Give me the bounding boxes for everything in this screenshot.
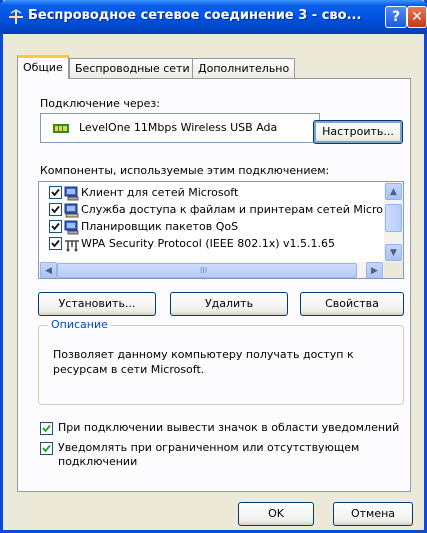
- component-checkbox[interactable]: [49, 220, 62, 233]
- network-client-icon: [64, 186, 79, 201]
- general-tab-panel: Подключение через: LevelOne 11Mbps Wirel…: [17, 78, 411, 492]
- vertical-scroll-thumb[interactable]: [385, 204, 402, 232]
- component-label: Планировщик пакетов QoS: [81, 220, 239, 233]
- component-checkbox[interactable]: [49, 237, 62, 250]
- properties-dialog: Беспроводное сетевое соединение 3 - сво.…: [0, 0, 427, 533]
- adapter-name: LevelOne 11Mbps Wireless USB Ada: [79, 121, 278, 134]
- tab-wireless-networks[interactable]: Беспроводные сети: [69, 58, 196, 78]
- checkmark-icon: [51, 222, 60, 231]
- components-list[interactable]: Клиент для сетей Microsoft Служба доступ…: [38, 181, 404, 279]
- component-label: Служба доступа к файлам и принтерам сете…: [81, 203, 383, 216]
- checkmark-icon: [51, 239, 60, 248]
- network-adapter-icon: [53, 124, 69, 133]
- protocol-icon: [65, 240, 79, 252]
- components-label: Компоненты, используемые этим подключени…: [40, 164, 330, 177]
- component-checkbox[interactable]: [49, 186, 62, 199]
- adapter-field: LevelOne 11Mbps Wireless USB Ada: [40, 113, 320, 143]
- scroll-grip: III: [200, 266, 208, 275]
- checkmark-icon: [42, 444, 51, 453]
- title-bar[interactable]: Беспроводное сетевое соединение 3 - сво.…: [0, 0, 427, 34]
- properties-button[interactable]: Свойства: [300, 292, 404, 316]
- install-button[interactable]: Установить...: [38, 292, 156, 316]
- list-item[interactable]: Служба доступа к файлам и принтерам сете…: [39, 202, 384, 219]
- description-group: Описание Позволяет данному компьютеру по…: [38, 318, 404, 405]
- vertical-scrollbar[interactable]: ▲ ▼: [384, 182, 403, 262]
- description-text: Позволяет данному компьютеру получать до…: [53, 348, 354, 376]
- scroll-up-arrow-icon[interactable]: ▲: [385, 183, 402, 200]
- scroll-down-arrow-icon[interactable]: ▼: [385, 244, 402, 261]
- component-label: WPA Security Protocol (IEEE 802.1x) v1.5…: [81, 237, 335, 250]
- show-icon-checkbox[interactable]: [40, 422, 53, 435]
- component-label: Клиент для сетей Microsoft: [81, 186, 239, 199]
- list-item[interactable]: Клиент для сетей Microsoft: [39, 185, 384, 202]
- checkmark-icon: [51, 188, 60, 197]
- list-item[interactable]: WPA Security Protocol (IEEE 802.1x) v1.5…: [39, 236, 384, 253]
- connect-using-label: Подключение через:: [40, 97, 160, 110]
- window-title: Беспроводное сетевое соединение 3 - сво.…: [28, 8, 362, 23]
- qos-scheduler-icon: [64, 220, 79, 235]
- file-printer-sharing-icon: [64, 203, 79, 218]
- help-button[interactable]: ?: [385, 6, 407, 28]
- scroll-corner: [384, 262, 403, 278]
- tab-advanced[interactable]: Дополнительно: [192, 58, 296, 78]
- ok-button[interactable]: OK: [238, 502, 314, 526]
- tab-general[interactable]: Общие: [17, 55, 69, 79]
- network-connection-icon: [9, 9, 23, 24]
- horizontal-scroll-thumb[interactable]: III: [57, 263, 357, 278]
- notify-checkbox[interactable]: [40, 442, 53, 455]
- list-item[interactable]: Планировщик пакетов QoS: [39, 219, 384, 236]
- checkmark-icon: [42, 424, 51, 433]
- scroll-right-arrow-icon[interactable]: ▶: [366, 262, 383, 278]
- cancel-button[interactable]: Отмена: [333, 502, 413, 526]
- checkmark-icon: [51, 205, 60, 214]
- show-icon-label: При подключении вывести значок в области…: [58, 421, 400, 434]
- component-checkbox[interactable]: [49, 203, 62, 216]
- scroll-left-arrow-icon[interactable]: ◀: [40, 262, 57, 278]
- horizontal-scrollbar[interactable]: ◀ III ▶: [39, 262, 384, 278]
- close-button[interactable]: ✕: [407, 6, 427, 28]
- remove-button[interactable]: Удалить: [170, 292, 288, 316]
- notify-label: Уведомлять при ограниченном или отсутств…: [58, 441, 360, 468]
- configure-button[interactable]: Настроить...: [313, 120, 403, 144]
- description-title: Описание: [48, 318, 111, 331]
